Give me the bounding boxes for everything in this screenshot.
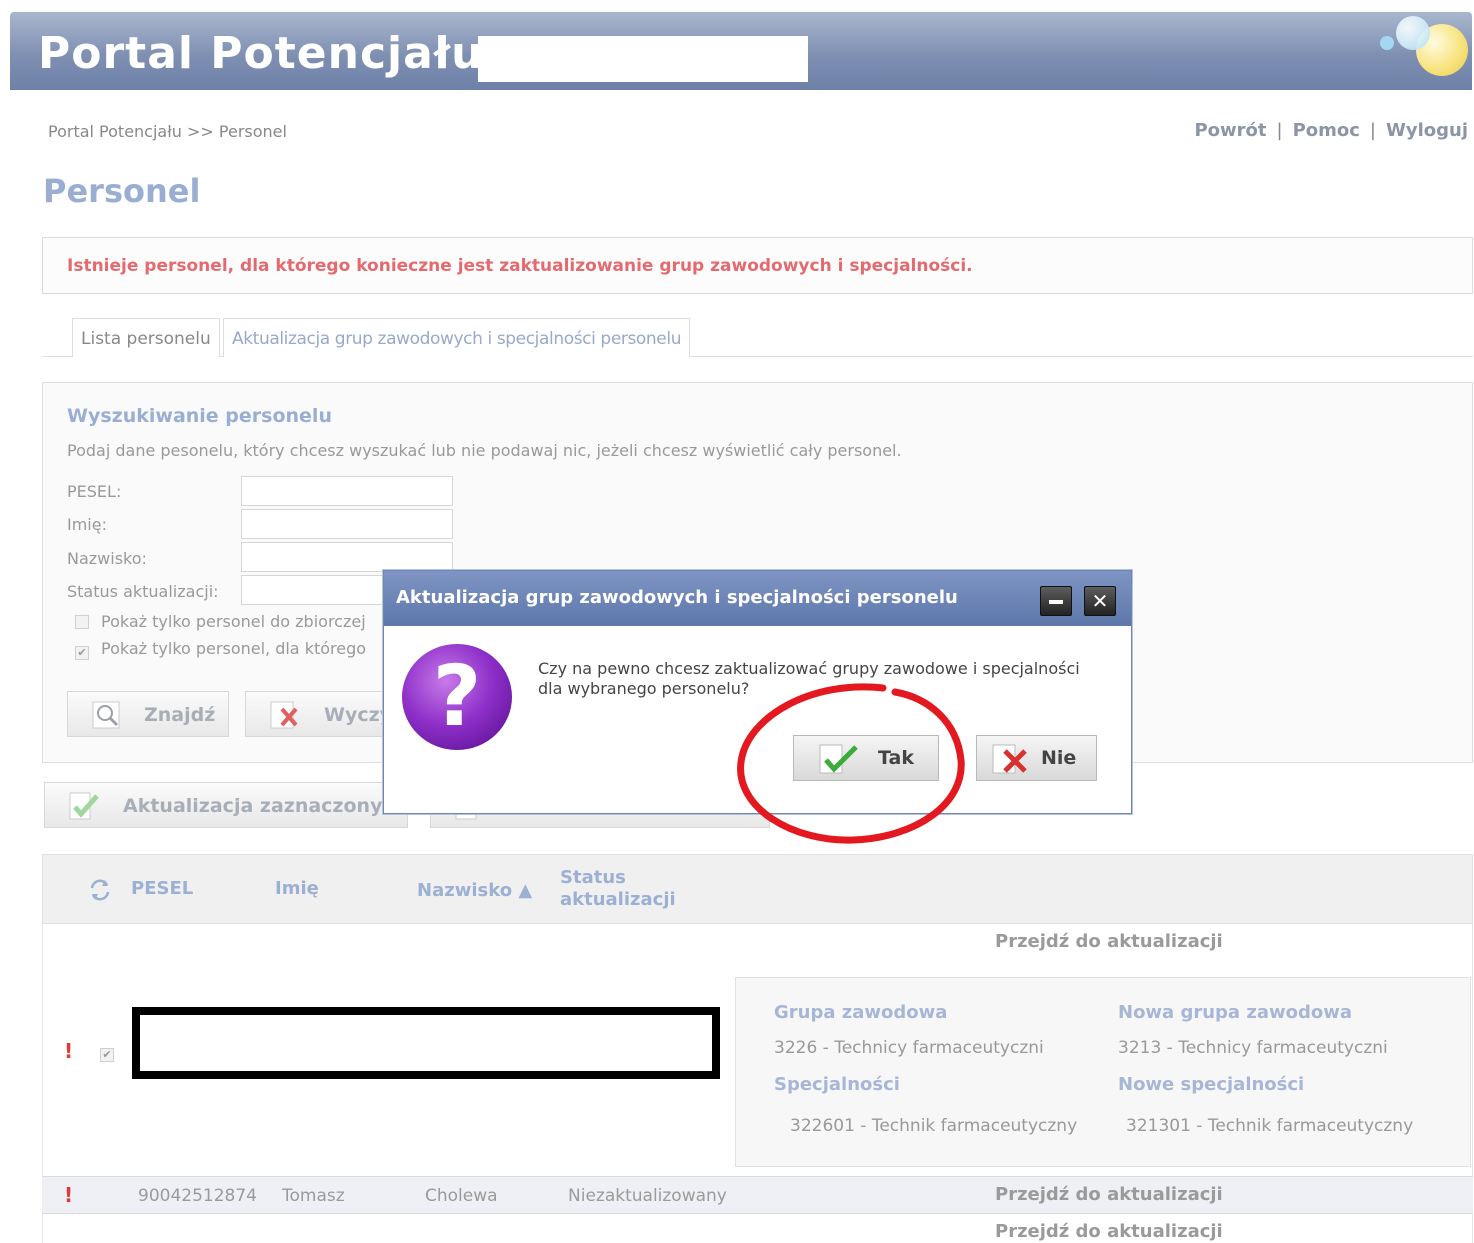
status-label: Status aktualizacji:: [67, 582, 219, 601]
pesel-input[interactable]: [241, 476, 453, 506]
row-pesel: 90042512874: [138, 1186, 257, 1206]
warning-marker: !: [64, 1183, 74, 1207]
row-checkbox-box[interactable]: ✔: [100, 1048, 114, 1062]
green-check-icon: [69, 792, 99, 820]
needs-update-filter-checkbox[interactable]: ✔: [75, 646, 89, 660]
needs-update-filter-row[interactable]: ✔ Pokaż tylko personel, dla którego: [75, 639, 366, 660]
refresh-icon[interactable]: [87, 877, 113, 903]
row-last-name: Cholewa: [425, 1186, 498, 1206]
alert-message: Istnieje personel, dla którego konieczne…: [67, 256, 973, 276]
goto-update-link[interactable]: Przejdź do aktualizacji: [995, 931, 1223, 952]
dialog-message-line2: dla wybranego personelu?: [538, 679, 750, 698]
dialog-titlebar[interactable]: Aktualizacja grup zawodowych i specjalno…: [384, 571, 1131, 626]
row-checkbox[interactable]: ✔: [100, 1041, 126, 1062]
bulk-filter-row[interactable]: Pokaż tylko personel do zbiorczej: [75, 612, 366, 631]
new-group-value: 3213 - Technicy farmaceutyczni: [1118, 1038, 1388, 1058]
tab-staff-list[interactable]: Lista personelu: [72, 318, 220, 357]
help-link[interactable]: Pomoc: [1293, 120, 1360, 141]
top-links: Powrót | Pomoc | Wyloguj: [1194, 120, 1468, 141]
alert-box: Istnieje personel, dla którego konieczne…: [42, 237, 1473, 294]
last-name-column-header[interactable]: Nazwisko ▲: [417, 880, 532, 901]
table-row[interactable]: ! 90042512874 Tomasz Cholewa Niezaktuali…: [42, 1176, 1473, 1214]
dialog-message: Czy na pewno chcesz zaktualizować grupy …: [538, 659, 1118, 699]
question-icon: ?: [402, 644, 512, 750]
dialog-title: Aktualizacja grup zawodowych i specjalno…: [396, 587, 958, 608]
status-header-line1: Status: [560, 867, 626, 888]
green-check-icon: [819, 744, 858, 774]
redacted-row-data: [132, 1007, 720, 1079]
breadcrumb: Portal Potencjału >> Personel: [48, 122, 287, 141]
yes-button-label: Tak: [878, 747, 914, 769]
warning-marker: !: [64, 1039, 74, 1063]
header-bubbles-icon: [1376, 16, 1468, 86]
link-separator: |: [1369, 120, 1376, 141]
group-value: 3226 - Technicy farmaceutyczni: [774, 1038, 1044, 1058]
pesel-column-header[interactable]: PESEL: [131, 878, 193, 899]
no-button-label: Nie: [1041, 747, 1077, 769]
red-x-icon: [270, 701, 298, 729]
link-separator: |: [1276, 120, 1283, 141]
table-header: PESEL Imię Nazwisko ▲ Status aktualizacj…: [42, 854, 1473, 924]
new-spec-value: 321301 - Technik farmaceutyczny: [1126, 1116, 1414, 1136]
first-name-input[interactable]: [241, 509, 453, 539]
find-button-label: Znajdź: [144, 704, 216, 726]
first-name-column-header[interactable]: Imię: [275, 878, 319, 899]
group-label: Grupa zawodowa: [774, 1002, 948, 1023]
redacted-area: [478, 36, 808, 82]
back-link[interactable]: Powrót: [1194, 120, 1266, 141]
new-spec-label: Nowe specjalności: [1118, 1074, 1305, 1095]
clear-button[interactable]: Wyczyś: [245, 691, 403, 737]
bulk-filter-checkbox[interactable]: [75, 615, 89, 629]
confirm-dialog: Aktualizacja grup zawodowych i specjalno…: [383, 570, 1132, 814]
search-title: Wyszukiwanie personelu: [67, 405, 332, 427]
new-group-label: Nowa grupa zawodowa: [1118, 1002, 1352, 1023]
update-selected-button[interactable]: Aktualizacja zaznaczonych: [44, 782, 408, 828]
find-button[interactable]: Znajdź: [67, 691, 229, 737]
update-selected-label: Aktualizacja zaznaczonych: [123, 795, 408, 817]
magnifier-icon: [92, 701, 120, 729]
logout-link[interactable]: Wyloguj: [1386, 120, 1468, 141]
row-first-name: Tomasz: [282, 1186, 345, 1206]
page-title: Personel: [43, 172, 201, 210]
minimize-icon[interactable]: [1040, 586, 1072, 616]
close-icon[interactable]: ✕: [1084, 586, 1116, 616]
status-header-line2: aktualizacji: [560, 889, 676, 910]
status-column-header[interactable]: Status aktualizacji: [560, 867, 676, 911]
dialog-message-line1: Czy na pewno chcesz zaktualizować grupy …: [538, 659, 1080, 678]
search-description: Podaj dane pesonelu, który chcesz wyszuk…: [67, 441, 902, 460]
goto-update-link[interactable]: Przejdź do aktualizacji: [995, 1184, 1223, 1205]
first-name-label: Imię:: [67, 515, 107, 534]
bulk-filter-label: Pokaż tylko personel do zbiorczej: [101, 612, 366, 631]
close-glyph: ✕: [1091, 589, 1109, 613]
yes-button[interactable]: Tak: [793, 735, 939, 781]
row-status: Niezaktualizowany: [568, 1186, 727, 1206]
spec-label: Specjalności: [774, 1074, 900, 1095]
tab-update-groups[interactable]: Aktualizacja grup zawodowych i specjalno…: [223, 318, 691, 357]
app-header: Portal Potencjału: [10, 12, 1472, 90]
no-button[interactable]: Nie: [976, 735, 1097, 781]
needs-update-filter-label: Pokaż tylko personel, dla którego: [101, 639, 367, 658]
goto-update-link[interactable]: Przejdź do aktualizacji: [995, 1221, 1223, 1242]
last-name-input[interactable]: [241, 542, 453, 572]
svg-text:?: ?: [433, 647, 482, 745]
last-name-label: Nazwisko:: [67, 549, 147, 568]
red-x-icon: [992, 744, 1027, 774]
update-detail-box: Grupa zawodowa 3226 - Technicy farmaceut…: [735, 977, 1471, 1167]
app-title: Portal Potencjału: [38, 28, 484, 79]
pesel-label: PESEL:: [67, 482, 122, 501]
spec-value: 322601 - Technik farmaceutyczny: [790, 1116, 1078, 1136]
page: Portal Potencjału Portal Potencjału >> P…: [0, 0, 1474, 1243]
